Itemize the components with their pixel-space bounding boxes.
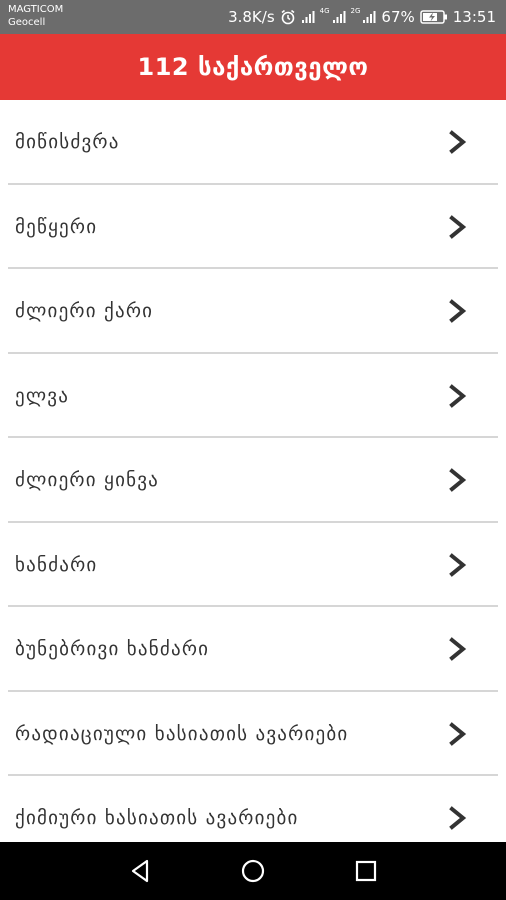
status-indicators: 3.8K/s 4G 2G 67% 13:51	[228, 0, 496, 34]
carrier-secondary: Geocell	[8, 17, 46, 28]
chevron-right-icon	[449, 299, 467, 324]
menu-item-label: ქიმიური ხასიათის ავარიები	[15, 807, 299, 830]
menu-item-chemical-accidents[interactable]: ქიმიური ხასიათის ავარიები	[0, 776, 506, 842]
battery-charging-icon	[420, 10, 448, 24]
menu-item-wildfire[interactable]: ბუნებრივი ხანძარი	[0, 607, 506, 692]
menu-item-strong-wind[interactable]: ძლიერი ქარი	[0, 269, 506, 354]
net-speed: 3.8K/s	[228, 8, 275, 26]
chevron-right-icon	[449, 721, 467, 746]
chevron-right-icon	[449, 130, 467, 155]
menu-item-fire[interactable]: ხანძარი	[0, 523, 506, 607]
battery-percent: 67%	[381, 8, 415, 26]
menu-item-label: ხანძარი	[15, 553, 98, 576]
menu-item-label: ძლიერი ყინვა	[15, 469, 160, 492]
menu-item-label: ბუნებრივი ხანძარი	[15, 638, 210, 661]
carrier-info: MAGTICOM Geocell	[8, 3, 63, 29]
menu-list: მიწისძვრა მეწყერი ძლიერი ქარი ელვა ძლიერ…	[0, 100, 506, 842]
chevron-right-icon	[449, 806, 467, 831]
menu-item-severe-frost[interactable]: ძლიერი ყინვა	[0, 438, 506, 523]
chevron-right-icon	[449, 637, 467, 662]
carrier-primary: MAGTICOM	[8, 4, 64, 15]
home-icon[interactable]	[238, 856, 268, 886]
navigation-bar	[0, 842, 506, 900]
signal-icon	[332, 10, 346, 24]
recents-icon[interactable]	[351, 856, 381, 886]
menu-item-label: მიწისძვრა	[15, 131, 120, 154]
app-bar: 112 საქართველო	[0, 34, 506, 100]
app-title: 112 საქართველო	[137, 53, 369, 81]
menu-item-earthquake[interactable]: მიწისძვრა	[0, 100, 506, 185]
menu-item-landslide[interactable]: მეწყერი	[0, 185, 506, 269]
menu-item-lightning[interactable]: ელვა	[0, 354, 506, 438]
signal-icon	[301, 10, 315, 24]
sim1-label: 4G	[319, 7, 330, 15]
alarm-icon	[280, 9, 296, 25]
chevron-right-icon	[449, 214, 467, 239]
menu-item-radiation-accidents[interactable]: რადიაციული ხასიათის ავარიები	[0, 692, 506, 776]
chevron-right-icon	[449, 468, 467, 493]
chevron-right-icon	[449, 383, 467, 408]
chevron-right-icon	[449, 552, 467, 577]
clock: 13:51	[452, 8, 496, 26]
menu-item-label: ელვა	[15, 384, 70, 407]
menu-item-label: რადიაციული ხასიათის ავარიები	[15, 722, 349, 745]
menu-item-label: ძლიერი ქარი	[15, 300, 154, 323]
back-icon[interactable]	[126, 856, 156, 886]
signal-icon	[362, 10, 376, 24]
status-bar: MAGTICOM Geocell 3.8K/s 4G 2G 67% 13:51	[0, 0, 506, 34]
sim2-label: 2G	[350, 7, 361, 15]
menu-item-label: მეწყერი	[15, 215, 98, 238]
